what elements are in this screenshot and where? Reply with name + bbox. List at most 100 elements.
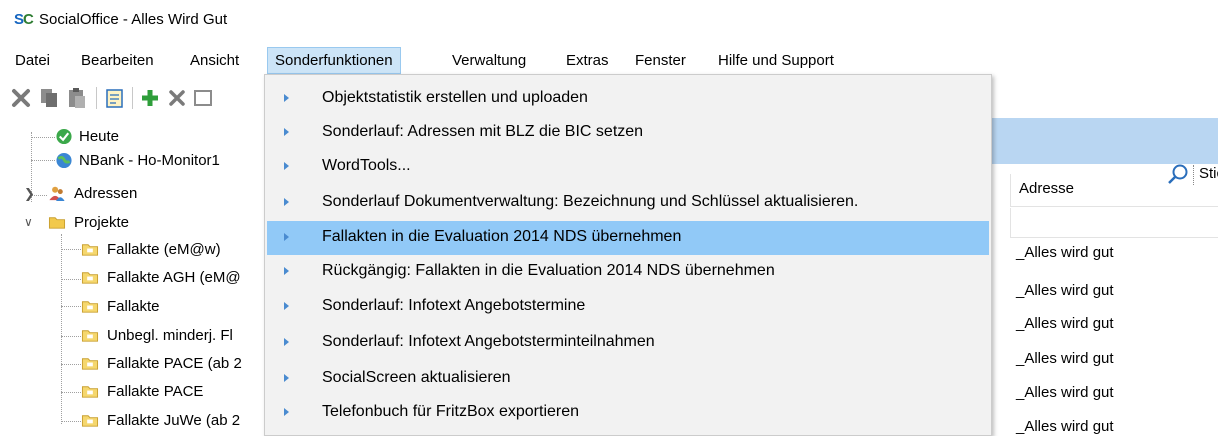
- menu-bearbeiten[interactable]: Bearbeiten: [74, 47, 161, 74]
- column-header-label: Adresse: [1019, 180, 1075, 197]
- case-folder-icon: [81, 272, 99, 284]
- tree-item-label: Fallakte PACE: [107, 383, 204, 400]
- folder-icon: [48, 217, 66, 229]
- copy-icon[interactable]: [38, 87, 60, 109]
- tree-item-label: Fallakte JuWe (ab 2: [107, 412, 241, 429]
- sonderfunktionen-dropdown: Objektstatistik erstellen und uploaden S…: [264, 74, 992, 436]
- tree-item-label: Projekte: [74, 214, 130, 231]
- menu-item-objektstatistik[interactable]: Objektstatistik erstellen und uploaden: [267, 82, 989, 116]
- menu-verwaltung[interactable]: Verwaltung: [445, 47, 533, 74]
- menu-item-infotext-terminteilnahmen[interactable]: Sonderlauf: Infotext Angebotsterminteiln…: [267, 326, 989, 360]
- menu-fenster[interactable]: Fenster: [628, 47, 693, 74]
- tree-item-heute[interactable]: Heute: [55, 125, 255, 148]
- tree-item-nbank[interactable]: NBank - Ho-Monitor1: [55, 149, 260, 172]
- submenu-arrow-icon: [284, 162, 289, 170]
- tree-item-fallakte-emw[interactable]: Fallakte (eM@w): [81, 238, 263, 261]
- menu-item-socialscreen[interactable]: SocialScreen aktualisieren: [267, 362, 989, 396]
- menu-item-infotext-angebotstermine[interactable]: Sonderlauf: Infotext Angebotstermine: [267, 290, 989, 324]
- submenu-arrow-icon: [284, 408, 289, 416]
- submenu-arrow-icon: [284, 128, 289, 136]
- menu-item-rueckgaengig-evaluation[interactable]: Rückgängig: Fallakten in die Evaluation …: [267, 255, 989, 289]
- menu-hilfe-und-support[interactable]: Hilfe und Support: [711, 47, 841, 74]
- case-folder-icon: [81, 358, 99, 370]
- case-folder-icon: [81, 244, 99, 256]
- submenu-arrow-icon: [284, 233, 289, 241]
- submenu-arrow-icon: [284, 198, 289, 206]
- tree-guide: [61, 364, 81, 365]
- case-folder-icon: [81, 301, 99, 313]
- grid-cell[interactable]: _Alles wird gut: [1016, 282, 1114, 299]
- menu-item-label: Rückgängig: Fallakten in die Evaluation …: [322, 262, 775, 279]
- grid-cell[interactable]: _Alles wird gut: [1016, 418, 1114, 435]
- grid-cell[interactable]: _Alles wird gut: [1016, 350, 1114, 367]
- submenu-arrow-icon: [284, 302, 289, 310]
- tree-item-label: Adressen: [74, 185, 138, 202]
- submenu-arrow-icon: [284, 94, 289, 102]
- menu-sonderfunktionen[interactable]: Sonderfunktionen: [267, 47, 401, 74]
- tree-guide: [61, 249, 81, 250]
- tree-item-label: Fallakte: [107, 298, 160, 315]
- tree-guide: [61, 279, 81, 280]
- tree-guide: [61, 421, 81, 422]
- tree-item-fallakte-pace[interactable]: Fallakte PACE: [81, 380, 263, 403]
- tree-guide: [61, 336, 81, 337]
- case-folder-icon: [81, 415, 99, 427]
- menu-datei[interactable]: Datei: [8, 47, 57, 74]
- chevron-right-icon[interactable]: ❯: [24, 182, 35, 205]
- paste-icon[interactable]: [66, 87, 88, 109]
- menu-item-label: Sonderlauf: Adressen mit BLZ die BIC set…: [322, 123, 644, 140]
- menu-item-dokumentverwaltung[interactable]: Sonderlauf Dokumentverwaltung: Bezeichnu…: [267, 186, 989, 220]
- tree-item-fallakte-pace-ab[interactable]: Fallakte PACE (ab 2: [81, 352, 263, 375]
- menu-item-label: Sonderlauf Dokumentverwaltung: Bezeichnu…: [322, 193, 859, 210]
- window-title: SocialOffice - Alles Wird Gut: [39, 11, 228, 28]
- grid-cell[interactable]: _Alles wird gut: [1016, 384, 1114, 401]
- toolbar-separator: [96, 87, 97, 109]
- menu-item-wordtools[interactable]: WordTools...: [267, 150, 989, 184]
- tree-item-unbegl-minderj[interactable]: Unbegl. minderj. Fl: [81, 324, 263, 347]
- filter-row[interactable]: [1010, 208, 1218, 238]
- title-bar: SC SocialOffice - Alles Wird Gut: [0, 0, 1218, 42]
- remove-icon[interactable]: [166, 87, 188, 109]
- case-folder-icon: [81, 386, 99, 398]
- menu-item-telefonbuch-fritzbox[interactable]: Telefonbuch für FritzBox exportieren: [267, 396, 989, 430]
- toolbar-separator: [132, 87, 133, 109]
- tree-item-fallakte-juwe[interactable]: Fallakte JuWe (ab 2: [81, 409, 263, 432]
- menu-ansicht[interactable]: Ansicht: [183, 47, 246, 74]
- tree-item-fallakte-agh[interactable]: Fallakte AGH (eM@: [81, 266, 263, 289]
- new-note-icon[interactable]: [104, 87, 126, 109]
- menu-item-label: Telefonbuch für FritzBox exportieren: [322, 403, 580, 420]
- tree-item-projekte[interactable]: ∨ Projekte: [24, 211, 254, 234]
- chevron-down-icon[interactable]: ∨: [24, 211, 33, 234]
- grid-header-band: [986, 118, 1218, 164]
- tree-guide: [31, 137, 55, 138]
- tree-item-label: NBank - Ho-Monitor1: [79, 152, 220, 169]
- menu-bar: Datei Bearbeiten Ansicht Sonderfunktione…: [0, 47, 1218, 74]
- submenu-arrow-icon: [284, 374, 289, 382]
- tree-item-fallakte[interactable]: Fallakte: [81, 295, 263, 318]
- tree-guide: [61, 306, 81, 307]
- tree-guide: [31, 160, 55, 161]
- people-icon: [49, 186, 65, 202]
- tree-item-label: Unbegl. minderj. Fl: [107, 327, 233, 344]
- menu-item-label: Sonderlauf: Infotext Angebotstermine: [322, 297, 586, 314]
- delete-icon[interactable]: [10, 87, 32, 109]
- tree-item-label: Heute: [79, 128, 120, 145]
- grid-cell[interactable]: _Alles wird gut: [1016, 244, 1114, 261]
- add-icon[interactable]: [139, 87, 161, 109]
- menu-item-label: Fallakten in die Evaluation 2014 NDS übe…: [322, 228, 682, 245]
- grid-icon[interactable]: [192, 87, 214, 109]
- tree-guide: [61, 392, 81, 393]
- menu-item-label: SocialScreen aktualisieren: [322, 369, 511, 386]
- globe-icon: [56, 152, 72, 169]
- tree-item-label: Fallakte PACE (ab 2: [107, 355, 242, 372]
- tree-item-adressen[interactable]: ❯ Adressen: [24, 182, 254, 205]
- tree-guide: [61, 234, 62, 424]
- column-header-adresse[interactable]: Adresse: [1010, 174, 1218, 207]
- grid-cell[interactable]: _Alles wird gut: [1016, 315, 1114, 332]
- menu-item-label: Objektstatistik erstellen und uploaden: [322, 89, 588, 106]
- menu-item-adressen-blz-bic[interactable]: Sonderlauf: Adressen mit BLZ die BIC set…: [267, 116, 989, 150]
- menu-item-fallakten-evaluation[interactable]: Fallakten in die Evaluation 2014 NDS übe…: [267, 221, 989, 255]
- submenu-arrow-icon: [284, 267, 289, 275]
- submenu-arrow-icon: [284, 338, 289, 346]
- menu-extras[interactable]: Extras: [559, 47, 616, 74]
